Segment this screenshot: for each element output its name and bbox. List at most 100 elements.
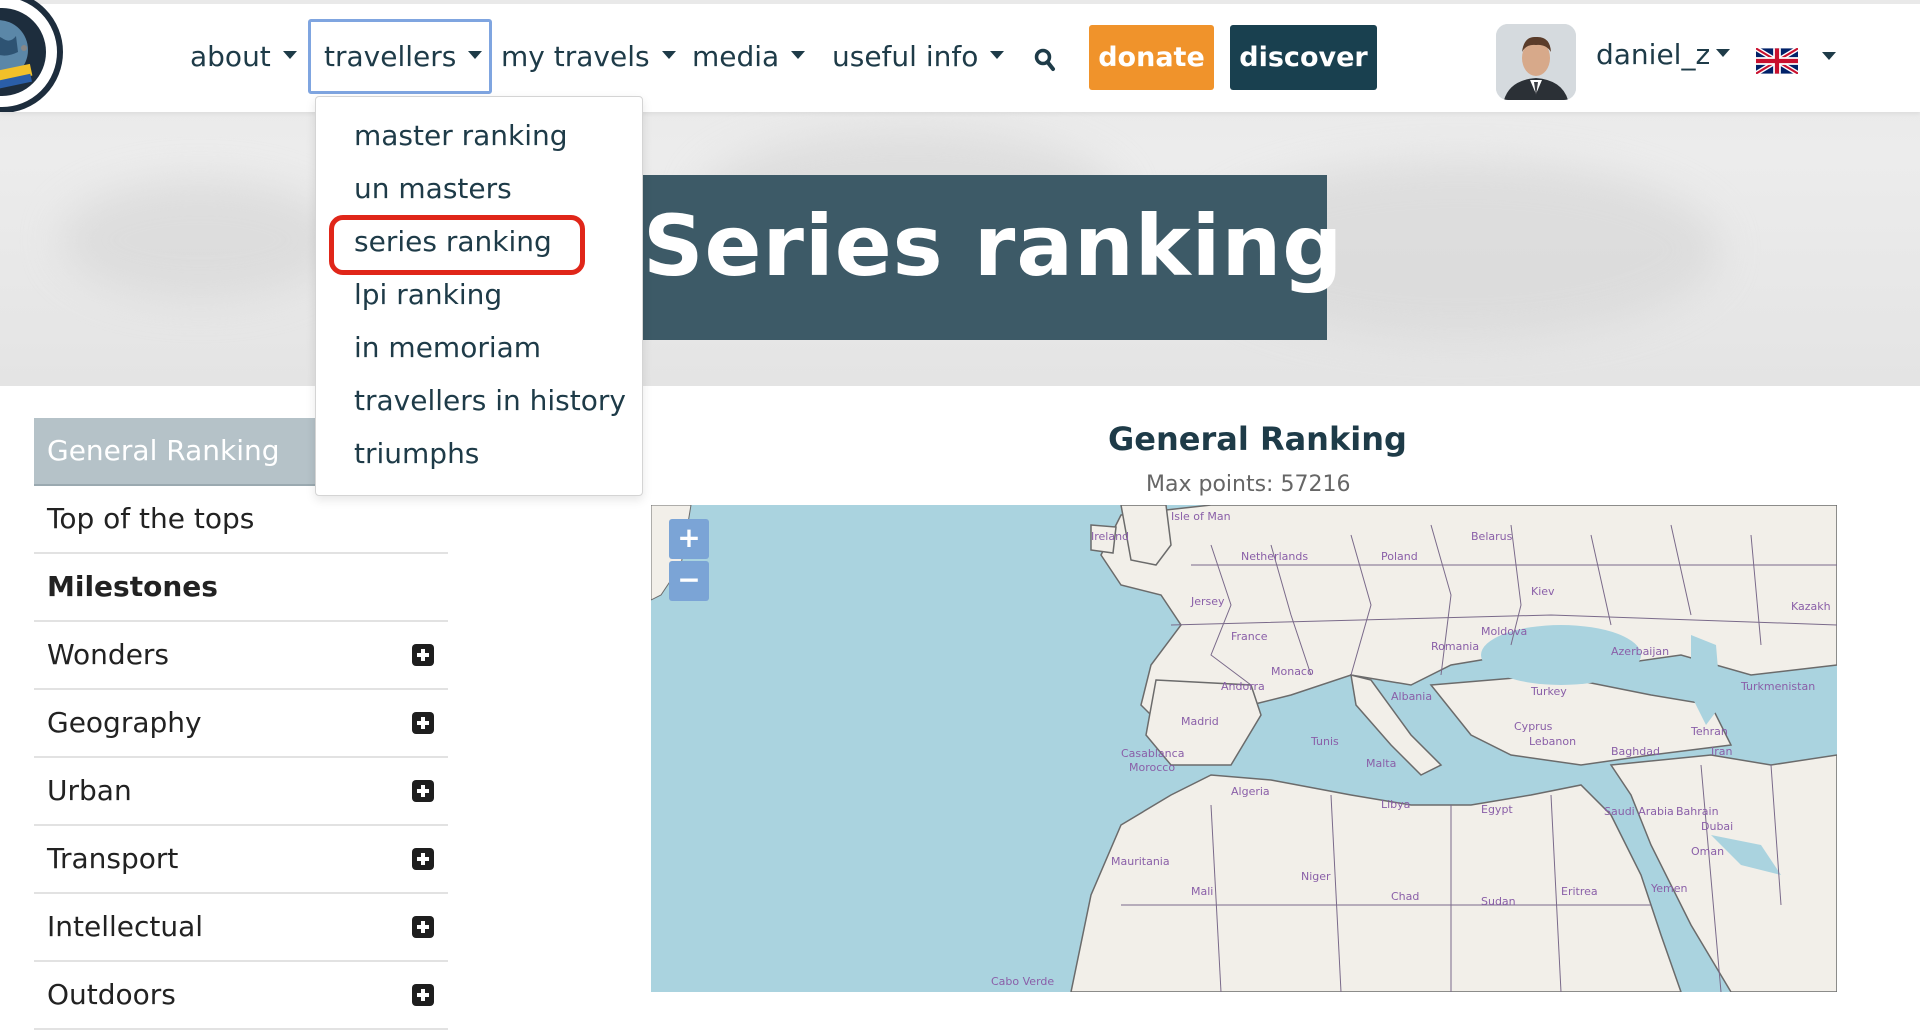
ranking-map[interactable]: Belarus Poland Kiev Moldova Romania Neth… (651, 505, 1837, 992)
chevron-down-icon (661, 51, 676, 59)
svg-text:Cabo Verde: Cabo Verde (991, 975, 1054, 988)
user-menu[interactable]: daniel_z (1596, 38, 1731, 71)
nav-my-travels-label: my travels (501, 40, 650, 73)
svg-text:Tehran: Tehran (1690, 725, 1728, 738)
svg-text:Bahrain: Bahrain (1676, 805, 1719, 818)
svg-text:Kazakh: Kazakh (1791, 600, 1831, 613)
chevron-down-icon (791, 51, 806, 59)
nav-about[interactable]: about (190, 40, 297, 73)
svg-text:Yemen: Yemen (1650, 882, 1688, 895)
svg-text:Baghdad: Baghdad (1611, 745, 1660, 758)
sidebar-item-outdoors[interactable]: Outdoors (34, 962, 448, 1030)
zoom-in-button[interactable]: + (669, 519, 709, 559)
language-chevron-down-icon[interactable] (1822, 52, 1836, 60)
sidebar-item-label: Milestones (47, 570, 218, 603)
svg-text:Chad: Chad (1391, 890, 1419, 903)
avatar-photo (1496, 24, 1576, 100)
svg-text:Mali: Mali (1191, 885, 1213, 898)
sidebar-item-top-of-the-tops[interactable]: Top of the tops (34, 486, 448, 554)
sidebar-item-wonders[interactable]: Wonders (34, 622, 448, 690)
svg-text:Madrid: Madrid (1181, 715, 1219, 728)
svg-text:Iran: Iran (1711, 745, 1733, 758)
svg-text:Monaco: Monaco (1271, 665, 1314, 678)
svg-text:Poland: Poland (1381, 550, 1418, 563)
svg-text:Andorra: Andorra (1221, 680, 1265, 693)
svg-text:France: France (1231, 630, 1268, 643)
highlight-outline (329, 215, 585, 275)
max-points-label: Max points: 57216 (1146, 472, 1351, 497)
svg-text:Kiev: Kiev (1531, 585, 1555, 598)
svg-text:Niger: Niger (1301, 870, 1331, 883)
svg-text:Turkmenistan: Turkmenistan (1740, 680, 1815, 693)
svg-text:Isle of Man: Isle of Man (1171, 510, 1231, 523)
avatar[interactable] (1496, 24, 1576, 100)
svg-text:Saudi Arabia: Saudi Arabia (1604, 805, 1674, 818)
nav-media[interactable]: media (692, 40, 806, 73)
nav-my-travels[interactable]: my travels (501, 40, 676, 73)
uk-flag-icon[interactable] (1756, 48, 1798, 74)
nav-useful-info[interactable]: useful info (832, 40, 1005, 73)
menu-item-in-memoriam[interactable]: in memoriam (354, 331, 541, 364)
nav-travellers-label: travellers (324, 40, 457, 73)
expand-plus-icon[interactable] (412, 780, 434, 802)
svg-text:Lebanon: Lebanon (1529, 735, 1576, 748)
chevron-down-icon (468, 51, 483, 59)
hero-bg-shape (60, 180, 340, 300)
svg-text:Moldova: Moldova (1481, 625, 1527, 638)
sidebar-item-label: Top of the tops (47, 502, 255, 535)
nav-travellers[interactable]: travellers (324, 40, 483, 73)
top-navbar: about travellers my travels media useful… (0, 0, 1920, 112)
sidebar-item-geography[interactable]: Geography (34, 690, 448, 758)
expand-plus-icon[interactable] (412, 644, 434, 666)
sidebar-item-transport[interactable]: Transport (34, 826, 448, 894)
svg-text:Jersey: Jersey (1190, 595, 1225, 608)
menu-item-master-ranking[interactable]: master ranking (354, 119, 568, 152)
menu-item-triumphs[interactable]: triumphs (354, 437, 479, 470)
sidebar-item-label: General Ranking (47, 434, 280, 467)
expand-plus-icon[interactable] (412, 984, 434, 1006)
svg-text:Albania: Albania (1391, 690, 1432, 703)
page-title: Series ranking (643, 197, 1344, 295)
ranking-title: General Ranking (1108, 420, 1407, 458)
discover-button[interactable]: discover (1230, 25, 1377, 90)
svg-text:Tunis: Tunis (1310, 735, 1339, 748)
zoom-out-button[interactable]: − (669, 561, 709, 601)
chevron-down-icon (282, 51, 297, 59)
svg-text:Netherlands: Netherlands (1241, 550, 1308, 563)
search-icon[interactable] (1034, 48, 1056, 72)
sidebar-item-label: Wonders (47, 638, 170, 671)
sidebar-item-label: Intellectual (47, 910, 204, 943)
svg-text:Turkey: Turkey (1530, 685, 1567, 698)
sidebar-item-label: Geography (47, 706, 202, 739)
donate-button[interactable]: donate (1089, 25, 1214, 90)
sidebar-item-intellectual[interactable]: Intellectual (34, 894, 448, 962)
svg-text:Belarus: Belarus (1471, 530, 1513, 543)
land-africa (1070, 774, 1682, 992)
nav-about-label: about (190, 40, 271, 73)
svg-text:Mauritania: Mauritania (1111, 855, 1170, 868)
expand-plus-icon[interactable] (412, 848, 434, 870)
svg-text:Dubai: Dubai (1701, 820, 1733, 833)
expand-plus-icon[interactable] (412, 712, 434, 734)
site-logo-icon[interactable] (0, 0, 68, 112)
svg-text:Libya: Libya (1381, 798, 1410, 811)
username-label: daniel_z (1596, 38, 1711, 71)
sidebar-item-urban[interactable]: Urban (34, 758, 448, 826)
svg-text:Cyprus: Cyprus (1514, 720, 1553, 733)
svg-text:Eritrea: Eritrea (1561, 885, 1598, 898)
svg-text:Sudan: Sudan (1481, 895, 1516, 908)
sidebar-item-label: Transport (47, 842, 179, 875)
chevron-down-icon (1716, 49, 1731, 57)
sidebar-item-label: Urban (47, 774, 132, 807)
expand-plus-icon[interactable] (412, 916, 434, 938)
svg-text:Ireland: Ireland (1091, 530, 1129, 543)
map-canvas[interactable]: Belarus Poland Kiev Moldova Romania Neth… (651, 505, 1837, 992)
nav-media-label: media (692, 40, 780, 73)
menu-item-un-masters[interactable]: un masters (354, 172, 512, 205)
svg-text:Morocco: Morocco (1129, 761, 1175, 774)
menu-item-lpi-ranking[interactable]: lpi ranking (354, 278, 502, 311)
sidebar-item-milestones[interactable]: Milestones (34, 554, 448, 622)
svg-text:Romania: Romania (1431, 640, 1479, 653)
top-strip (0, 0, 1920, 4)
menu-item-travellers-in-history[interactable]: travellers in history (354, 384, 626, 417)
